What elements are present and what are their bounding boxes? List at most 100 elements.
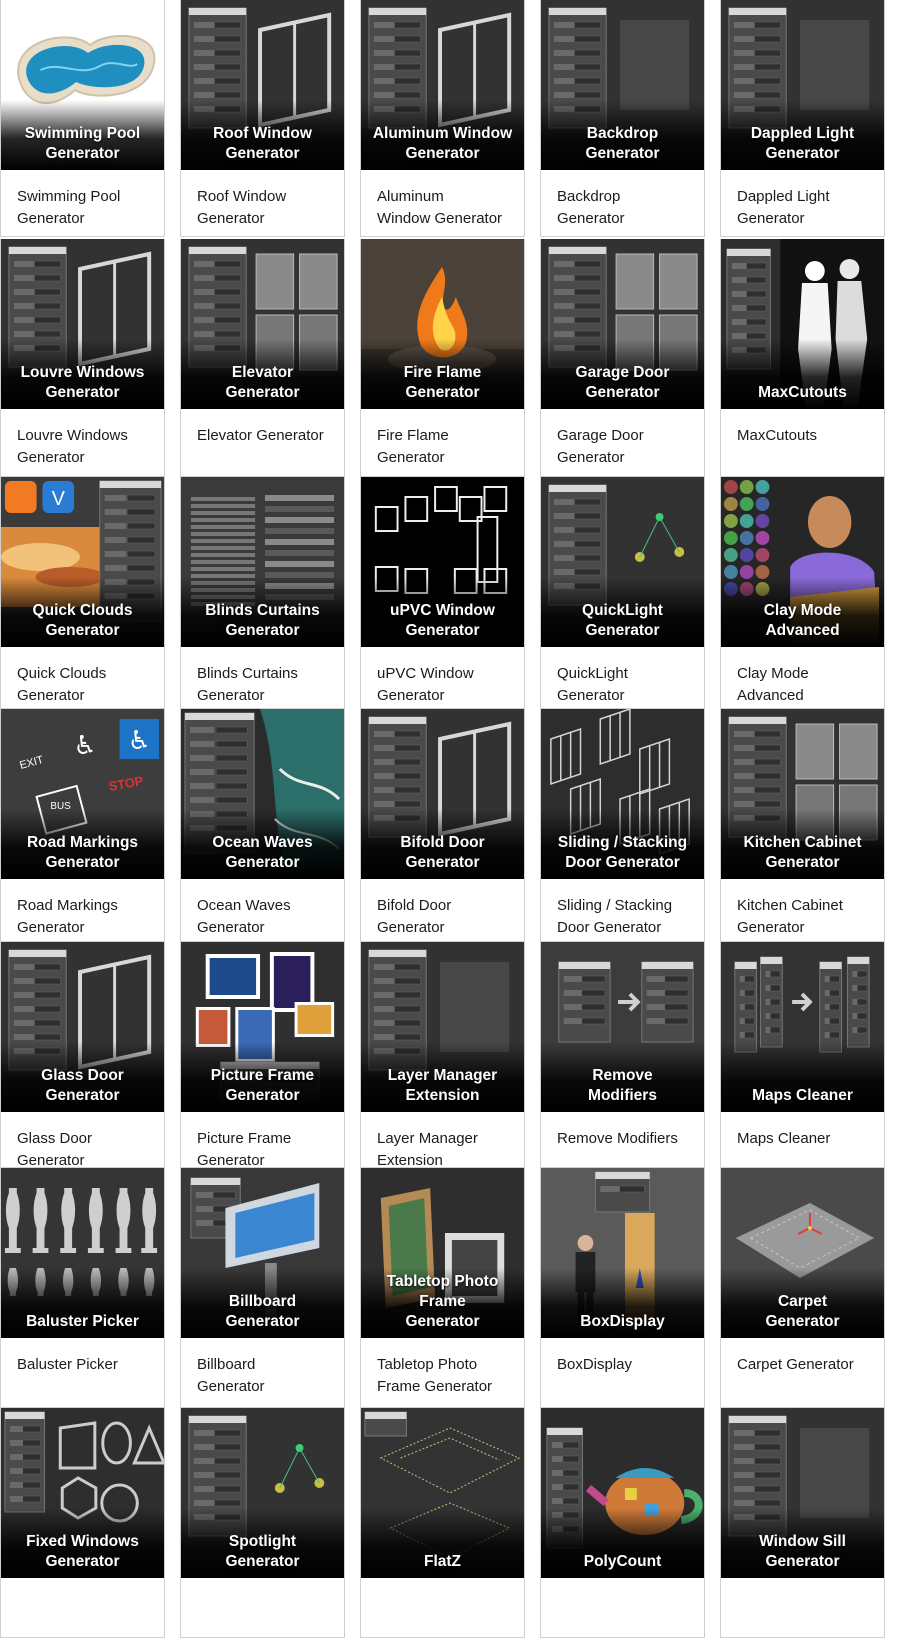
product-card[interactable]: Fire Flame Generator Fire Flame Generator xyxy=(360,239,525,477)
product-card[interactable]: Bifold Door Generator Bifold Door Generat… xyxy=(360,709,525,942)
product-thumbnail[interactable]: V Quick Clouds Generator xyxy=(1,477,164,647)
product-name[interactable]: Garage Door Generator xyxy=(557,425,694,469)
product-thumbnail[interactable]: QuickLight Generator xyxy=(541,477,704,647)
product-card[interactable]: Tabletop Photo Frame Generator Tabletop P… xyxy=(360,1168,525,1408)
product-name[interactable]: uPVC Window Generator xyxy=(377,663,514,707)
product-card[interactable]: ♿ ♿ EXIT STOP BUS Road Markings Generator… xyxy=(0,709,165,942)
product-thumbnail[interactable]: FlatZ xyxy=(361,1408,524,1578)
product-name[interactable]: Ocean Waves Generator xyxy=(197,895,334,939)
product-card[interactable]: Layer Manager Extension Layer Manager Ext… xyxy=(360,942,525,1168)
product-card[interactable]: QuickLight Generator QuickLight Generator xyxy=(540,477,705,709)
product-thumbnail[interactable]: Bifold Door Generator xyxy=(361,709,524,879)
product-thumbnail[interactable]: Elevator Generator xyxy=(181,239,344,409)
product-thumbnail[interactable]: Louvre Windows Generator xyxy=(1,239,164,409)
product-card[interactable]: Picture Frame Generator Picture Frame Gen… xyxy=(180,942,345,1168)
product-name[interactable]: Picture Frame Generator xyxy=(197,1128,334,1167)
product-name[interactable]: Fire Flame Generator xyxy=(377,425,514,469)
product-card[interactable]: Baluster PickerBaluster Picker★5.0 (5) xyxy=(0,1168,165,1408)
product-thumbnail[interactable]: Sliding / Stacking Door Generator xyxy=(541,709,704,879)
product-thumbnail[interactable]: BoxDisplay xyxy=(541,1168,704,1338)
product-thumbnail[interactable]: Dappled Light Generator xyxy=(721,0,884,170)
product-thumbnail[interactable]: Fixed Windows Generator xyxy=(1,1408,164,1578)
product-card[interactable]: uPVC Window Generator uPVC Window Generat… xyxy=(360,477,525,709)
product-thumbnail[interactable]: Garage Door Generator xyxy=(541,239,704,409)
product-thumbnail[interactable]: Kitchen Cabinet Generator xyxy=(721,709,884,879)
product-name[interactable]: Elevator Generator xyxy=(197,425,334,447)
product-thumbnail[interactable]: Billboard Generator xyxy=(181,1168,344,1338)
product-card[interactable]: Roof Window Generator Roof Window Generat… xyxy=(180,0,345,237)
product-name[interactable]: Carpet Generator xyxy=(737,1354,874,1376)
product-name[interactable]: Quick Clouds Generator xyxy=(17,663,154,707)
product-thumbnail[interactable]: Baluster Picker xyxy=(1,1168,164,1338)
product-name[interactable]: MaxCutouts xyxy=(737,425,874,447)
product-card[interactable]: Maps CleanerMaps Cleaner★5.0 (1) xyxy=(720,942,885,1168)
product-card[interactable]: Louvre Windows Generator Louvre Windows G… xyxy=(0,239,165,477)
product-card[interactable]: Kitchen Cabinet Generator Kitchen Cabinet… xyxy=(720,709,885,942)
product-name[interactable]: Maps Cleaner xyxy=(737,1128,874,1150)
product-card[interactable]: Glass Door Generator Glass Door Generator xyxy=(0,942,165,1168)
product-thumbnail[interactable]: Picture Frame Generator xyxy=(181,942,344,1112)
product-name[interactable]: Baluster Picker xyxy=(17,1354,154,1376)
product-thumbnail[interactable]: Roof Window Generator xyxy=(181,0,344,170)
product-name[interactable]: Bifold Door Generator xyxy=(377,895,514,939)
product-name[interactable]: Layer Manager Extension xyxy=(377,1128,514,1167)
product-card[interactable]: Swimming Pool Generator Swimming Pool Gen… xyxy=(0,0,165,237)
product-card[interactable]: Window Sill Generator xyxy=(720,1408,885,1638)
product-thumbnail[interactable]: Clay Mode Advanced xyxy=(721,477,884,647)
product-name[interactable]: BoxDisplay xyxy=(557,1354,694,1376)
product-name[interactable]: Tabletop Photo Frame Generator xyxy=(377,1354,514,1398)
product-card[interactable]: Elevator Generator Elevator Generator xyxy=(180,239,345,477)
product-thumbnail[interactable]: Layer Manager Extension xyxy=(361,942,524,1112)
product-card[interactable]: Sliding / Stacking Door Generator Sliding… xyxy=(540,709,705,942)
product-name[interactable]: Swimming Pool Generator xyxy=(17,186,154,230)
product-card[interactable]: Remove Modifiers Remove Modifiers xyxy=(540,942,705,1168)
product-thumbnail[interactable]: PolyCount xyxy=(541,1408,704,1578)
product-card[interactable]: PolyCount xyxy=(540,1408,705,1638)
product-card[interactable]: Backdrop Generator Backdrop Generator xyxy=(540,0,705,237)
product-card[interactable]: MaxCutoutsMaxCutouts★3.7 (3) xyxy=(720,239,885,477)
product-thumbnail[interactable]: Fire Flame Generator xyxy=(361,239,524,409)
product-name[interactable]: Road Markings Generator xyxy=(17,895,154,939)
product-name[interactable]: Louvre Windows Generator xyxy=(17,425,154,469)
product-name[interactable]: Backdrop Generator xyxy=(557,186,694,230)
product-card[interactable]: Fixed Windows Generator xyxy=(0,1408,165,1638)
product-card[interactable]: Clay Mode Advanced Clay Mode Advanced xyxy=(720,477,885,709)
product-thumbnail[interactable]: MaxCutouts xyxy=(721,239,884,409)
product-thumbnail[interactable]: ♿ ♿ EXIT STOP BUS Road Markings Generator xyxy=(1,709,164,879)
product-thumbnail[interactable]: Blinds Curtains Generator xyxy=(181,477,344,647)
product-card[interactable]: Blinds Curtains Generator Blinds Curtains… xyxy=(180,477,345,709)
product-name[interactable]: Dappled Light Generator xyxy=(737,186,874,230)
product-name[interactable]: Clay Mode Advanced xyxy=(737,663,874,707)
product-card[interactable]: Dappled Light Generator Dappled Light Gen… xyxy=(720,0,885,237)
product-card[interactable]: Aluminum Window Generator Aluminum Window… xyxy=(360,0,525,237)
product-thumbnail[interactable]: Glass Door Generator xyxy=(1,942,164,1112)
product-name[interactable]: Remove Modifiers xyxy=(557,1128,694,1150)
product-name[interactable]: Blinds Curtains Generator xyxy=(197,663,334,707)
product-thumbnail[interactable]: Tabletop Photo Frame Generator xyxy=(361,1168,524,1338)
product-card[interactable]: BoxDisplay BoxDisplay xyxy=(540,1168,705,1408)
product-thumbnail[interactable]: Aluminum Window Generator xyxy=(361,0,524,170)
product-thumbnail[interactable]: Maps Cleaner xyxy=(721,942,884,1112)
product-thumbnail[interactable]: uPVC Window Generator xyxy=(361,477,524,647)
product-name[interactable]: Billboard Generator xyxy=(197,1354,334,1398)
product-card[interactable]: Billboard Generator Billboard Generator xyxy=(180,1168,345,1408)
product-thumbnail[interactable]: Spotlight Generator xyxy=(181,1408,344,1578)
product-card[interactable]: FlatZ xyxy=(360,1408,525,1638)
product-card[interactable]: V Quick Clouds Generator Quick Clouds Gen… xyxy=(0,477,165,709)
product-thumbnail[interactable]: Ocean Waves Generator xyxy=(181,709,344,879)
product-card[interactable]: Spotlight Generator xyxy=(180,1408,345,1638)
product-name[interactable]: Sliding / Stacking Door Generator xyxy=(557,895,694,939)
product-thumbnail[interactable]: Remove Modifiers xyxy=(541,942,704,1112)
product-name[interactable]: Aluminum Window Generator xyxy=(377,186,514,230)
product-name[interactable]: QuickLight Generator xyxy=(557,663,694,707)
product-card[interactable]: Ocean Waves Generator Ocean Waves Generat… xyxy=(180,709,345,942)
product-thumbnail[interactable]: Carpet Generator xyxy=(721,1168,884,1338)
product-thumbnail[interactable]: Backdrop Generator xyxy=(541,0,704,170)
product-name[interactable]: Kitchen Cabinet Generator xyxy=(737,895,874,939)
product-thumbnail[interactable]: Window Sill Generator xyxy=(721,1408,884,1578)
product-thumbnail[interactable]: Swimming Pool Generator xyxy=(1,0,164,170)
product-card[interactable]: Carpet GeneratorCarpet Generator★5.0 (7) xyxy=(720,1168,885,1408)
product-name[interactable]: Roof Window Generator xyxy=(197,186,334,230)
product-name[interactable]: Glass Door Generator xyxy=(17,1128,154,1167)
product-card[interactable]: Garage Door Generator Garage Door Generat… xyxy=(540,239,705,477)
